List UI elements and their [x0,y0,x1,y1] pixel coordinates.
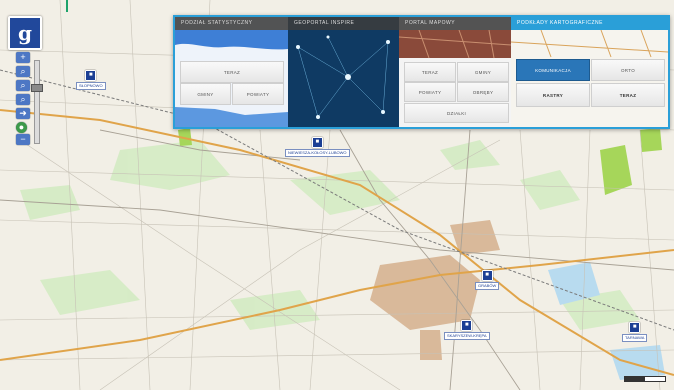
map-marker[interactable]: ■ TARNAWA [622,322,648,342]
tile-statistical-division[interactable]: PODZIAŁ STATYSTYCZNY TERAZ GMINY POWIATY [175,17,288,127]
tile-cartographic-bases[interactable]: PODKŁADY KARTOGRAFICZNE KOMUNIKACJA ORTO… [511,17,668,127]
tile-button[interactable]: OBRĘBY [457,82,509,102]
bus-stop-icon: ■ [85,70,97,81]
map-marker[interactable]: ■ GRABÓW [475,270,500,290]
app-logo[interactable]: g [8,16,42,50]
tile-button[interactable]: TERAZ [180,61,284,83]
network-preview-image [288,17,399,127]
bus-stop-icon: ■ [311,137,323,148]
tile-button[interactable]: GMINY [180,83,231,105]
tile-geoportal[interactable]: GEOPORTAL INSPIRE [288,17,399,127]
zoom-slider-thumb[interactable] [31,84,43,92]
magnify-icon[interactable]: ⌕ [16,94,30,105]
tile-map-portal[interactable]: PORTAL MAPOWY TERAZ GMINY POWIATY OBRĘBY… [399,17,511,127]
magnify-icon[interactable]: ⌕ [16,80,30,91]
tile-title: PODZIAŁ STATYSTYCZNY [175,17,288,30]
map-marker[interactable]: ■ SKARYSZEW-KRĘPA [444,320,490,340]
tile-button-label: DZIAŁKI [446,110,467,116]
logo-glyph: g [18,21,32,45]
tile-button[interactable]: POWIATY [404,82,456,102]
tile-button-label: GMINY [197,91,214,97]
marker-label: TARNAWA [622,334,648,342]
map-service-panel: PODZIAŁ STATYSTYCZNY TERAZ GMINY POWIATY [173,15,670,129]
tile-button-label: KOMUNIKACJA [535,67,571,73]
tile-button[interactable]: POWIATY [232,83,284,105]
tile-button-label: OBRĘBY [472,89,494,95]
map-toolbar: g + ⌕ ⌕ ⌕ ➜ ● − [6,14,44,145]
accent-strip [66,0,68,12]
tile-button-label: POWIATY [418,89,442,95]
tile-button-label: TERAZ [619,92,637,98]
tile-title: GEOPORTAL INSPIRE [288,17,399,30]
tile-button-label: RASTRY [542,92,564,98]
tile-button-label: POWIATY [246,91,270,97]
magnify-icon[interactable]: ⌕ [16,66,30,77]
tile-button[interactable]: TERAZ [591,83,665,107]
tile-button[interactable]: TERAZ [404,62,456,82]
zoom-out-icon: − [20,134,26,144]
map-marker[interactable]: ■ SŁOPNOWO [76,70,106,90]
zoom-out-button[interactable]: − [16,134,30,145]
scale-bar [624,376,666,382]
tile-button-label: TERAZ [223,69,241,75]
tile-title: PODKŁADY KARTOGRAFICZNE [511,17,668,30]
marker-label: SŁOPNOWO [76,82,106,90]
tile-button-label: TERAZ [421,69,439,75]
tile-button[interactable]: DZIAŁKI [404,103,509,123]
pan-arrow-icon[interactable]: ➜ [16,108,30,119]
tile-button-label: ORTO [620,67,636,73]
tile-button[interactable]: GMINY [457,62,509,82]
tile-title: PORTAL MAPOWY [399,17,511,30]
globe-icon[interactable]: ● [16,122,27,133]
marker-label: NIEWIESZA-KOŁOSY-LUBOWO [285,149,350,157]
map-marker[interactable]: ■ NIEWIESZA-KOŁOSY-LUBOWO [285,137,350,157]
bus-stop-icon: ■ [629,322,641,333]
zoom-in-button[interactable]: + [16,52,30,63]
zoom-control: + ⌕ ⌕ ⌕ ➜ ● − [16,52,43,145]
marker-label: SKARYSZEW-KRĘPA [444,332,490,340]
tile-button[interactable]: RASTRY [516,83,590,107]
marker-label: GRABÓW [475,282,500,290]
bus-stop-icon: ■ [481,270,493,281]
bus-stop-icon: ■ [461,320,473,331]
tile-button-selected[interactable]: KOMUNIKACJA [516,59,590,81]
tile-button[interactable]: ORTO [591,59,665,81]
tile-button-label: GMINY [474,69,492,75]
zoom-slider-track[interactable] [34,60,40,144]
zoom-in-icon: + [20,52,26,62]
